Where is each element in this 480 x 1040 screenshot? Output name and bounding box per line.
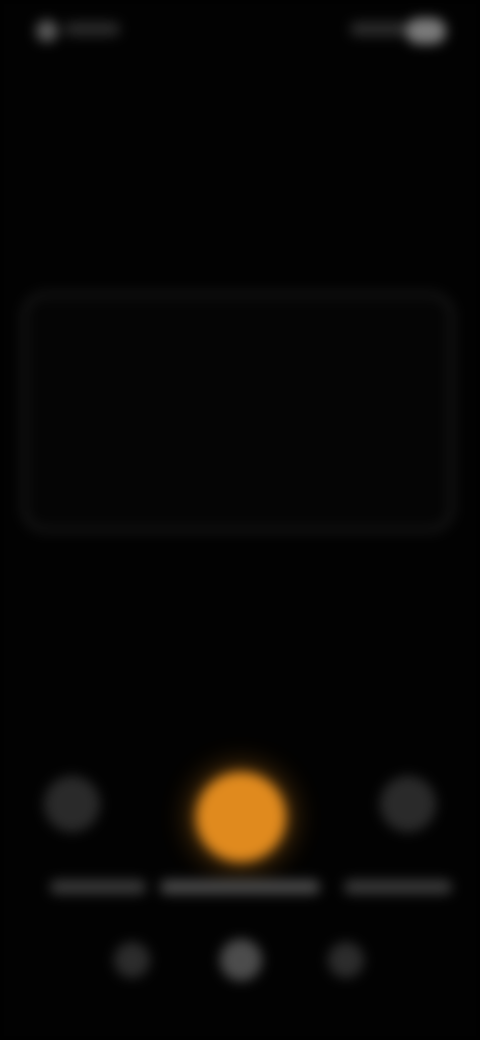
mode-tab-3[interactable]: [344, 880, 452, 894]
status-indicator-icon: [36, 20, 58, 42]
mode-tab-1[interactable]: [50, 880, 146, 894]
flash-button[interactable]: [380, 776, 436, 832]
status-bar: [0, 0, 480, 60]
gallery-button[interactable]: [44, 776, 100, 832]
scan-frame: [22, 292, 454, 532]
home-icon[interactable]: [220, 939, 262, 981]
camera-screen: [0, 0, 480, 1040]
shutter-button[interactable]: [196, 772, 286, 862]
signal-icon: [350, 22, 410, 36]
battery-icon: [406, 18, 446, 44]
back-icon[interactable]: [114, 942, 150, 978]
status-time: [64, 22, 120, 36]
mode-tab-2[interactable]: [160, 880, 320, 894]
recents-icon[interactable]: [328, 942, 364, 978]
